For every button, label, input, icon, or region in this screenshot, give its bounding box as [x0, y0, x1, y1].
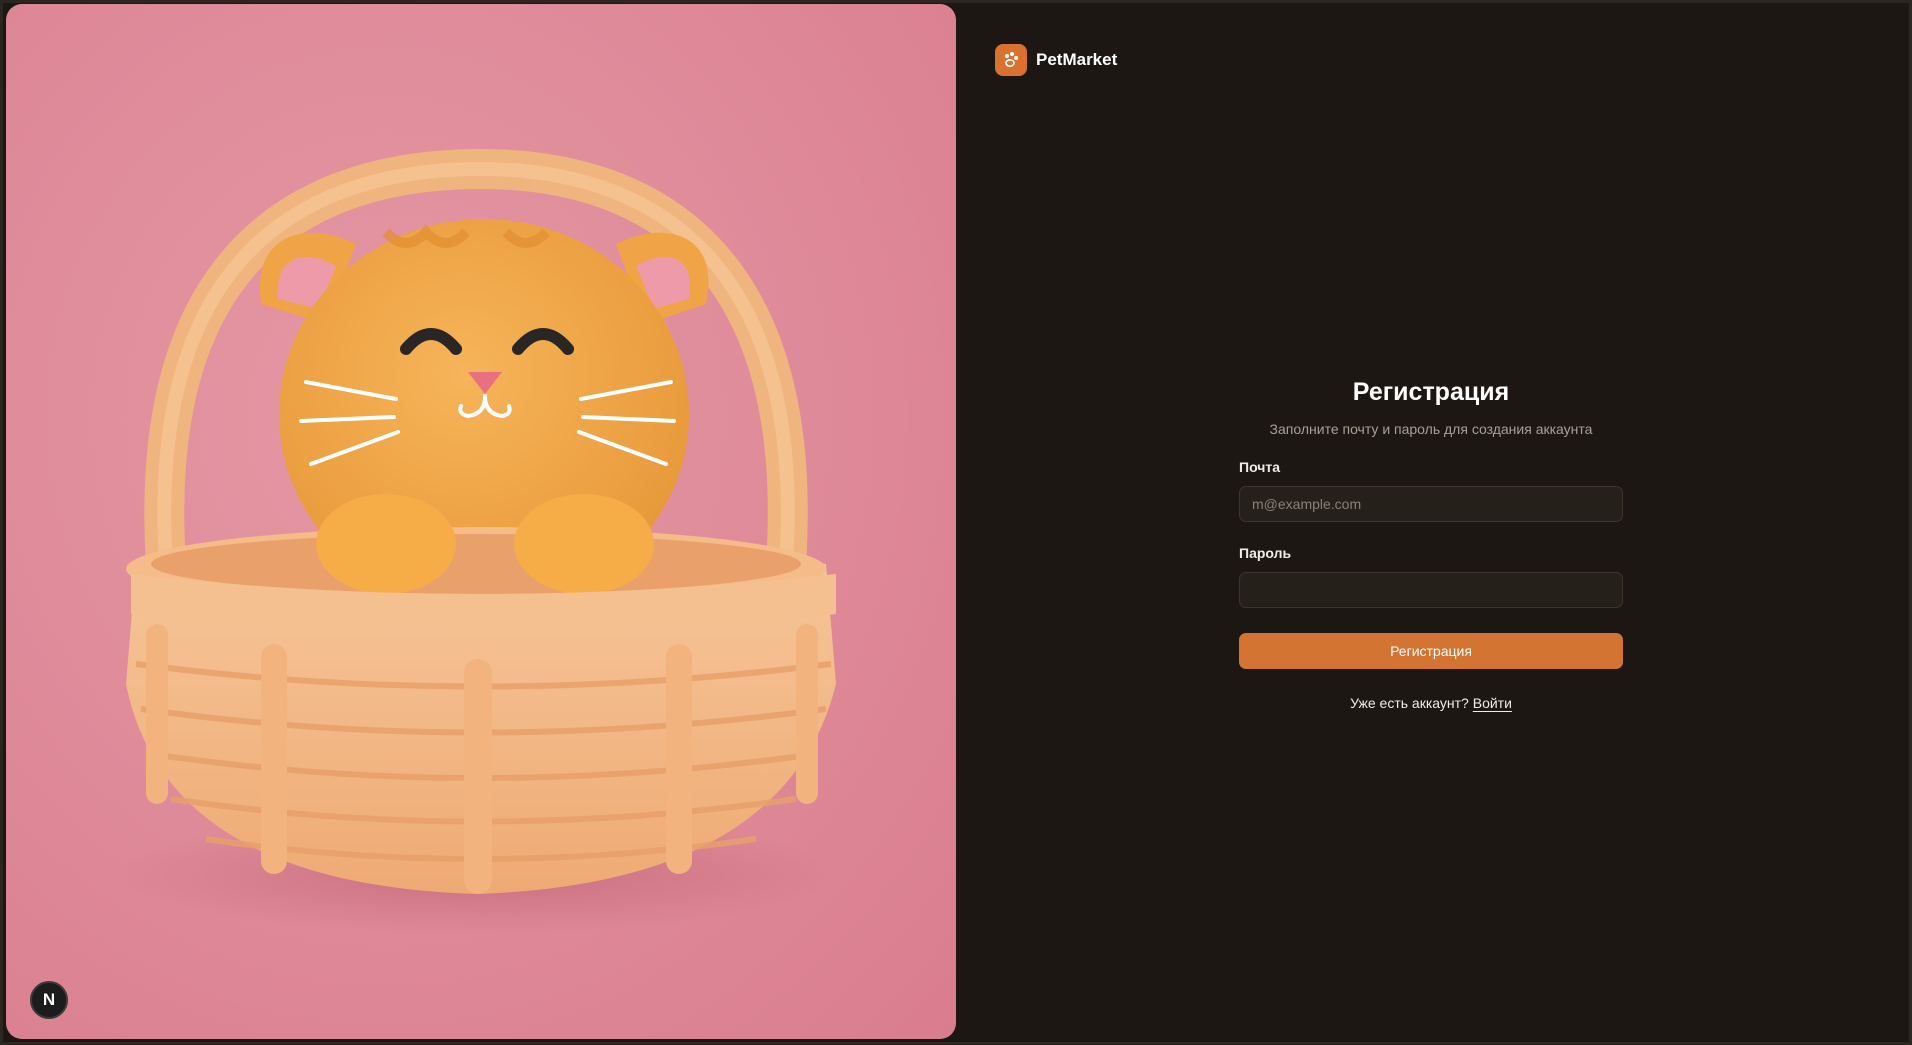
register-button[interactable]: Регистрация — [1239, 633, 1623, 669]
email-field[interactable] — [1239, 486, 1623, 522]
hero-image-panel: N — [6, 4, 956, 1039]
password-label: Пароль — [1239, 545, 1292, 561]
paw-icon — [995, 44, 1027, 76]
kitten-basket-illustration — [116, 148, 836, 934]
login-link[interactable]: Войти — [1473, 695, 1512, 711]
nextjs-badge-icon[interactable]: N — [30, 981, 68, 1019]
login-prompt-text: Уже есть аккаунт? — [1350, 695, 1469, 711]
password-field-group: Пароль — [1239, 545, 1623, 608]
email-label: Почта — [1239, 459, 1281, 475]
login-prompt: Уже есть аккаунт? Войти — [1239, 695, 1623, 711]
brand[interactable]: PetMarket — [995, 44, 1117, 76]
email-field-group: Почта — [1239, 459, 1623, 522]
brand-name: PetMarket — [1036, 50, 1118, 69]
password-field[interactable] — [1239, 572, 1623, 608]
form-subtitle: Заполните почту и пароль для создания ак… — [1269, 421, 1593, 437]
registration-form: Регистрация Заполните почту и пароль для… — [1239, 378, 1623, 711]
form-title: Регистрация — [1352, 378, 1510, 406]
